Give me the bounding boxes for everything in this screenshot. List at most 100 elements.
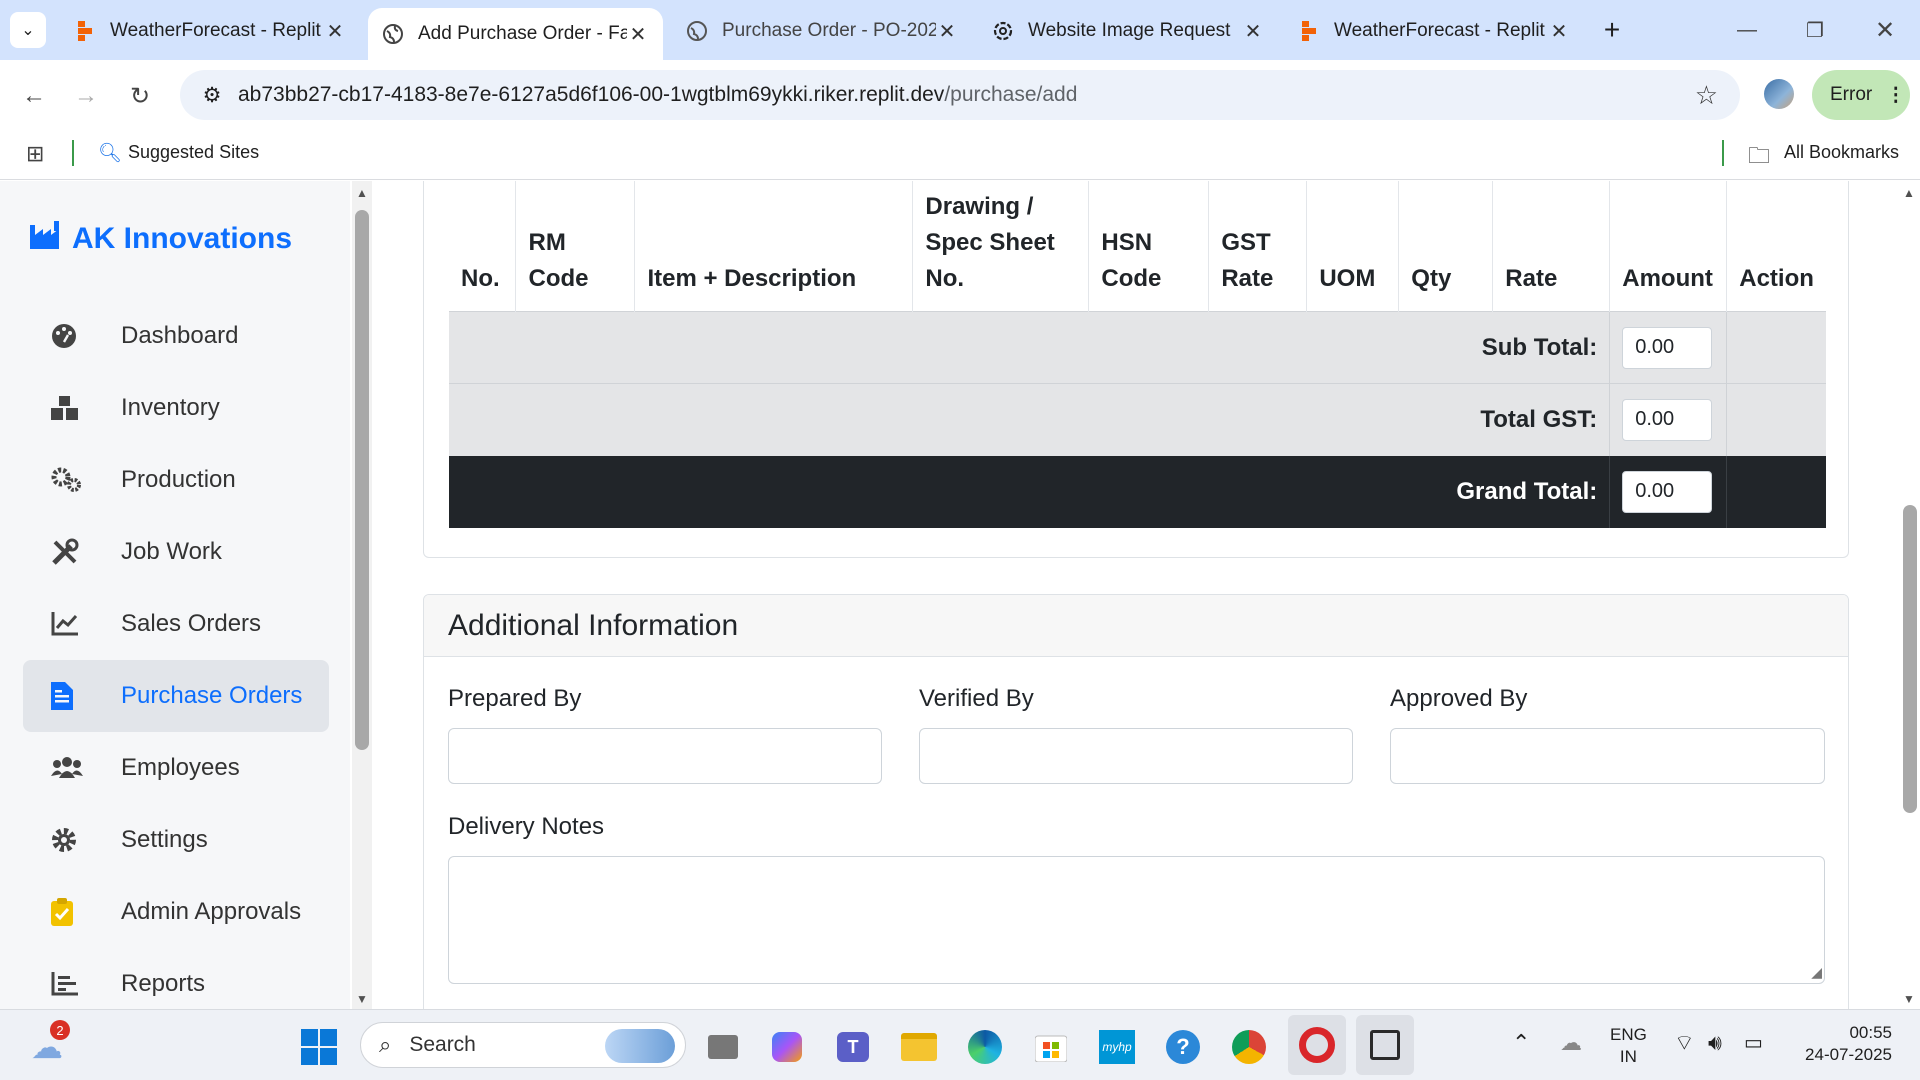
scroll-down-icon[interactable]: ▼	[356, 992, 368, 1006]
copilot-button[interactable]	[764, 1024, 810, 1070]
new-tab-button[interactable]: +	[1594, 12, 1630, 48]
snipping-tool-button[interactable]	[1356, 1015, 1414, 1075]
myhp-button[interactable]: myhp	[1094, 1024, 1140, 1070]
sidebar-item-label: Sales Orders	[121, 610, 262, 637]
line-chart-icon	[51, 612, 91, 636]
close-icon[interactable]: ✕	[936, 19, 958, 44]
task-view-button[interactable]	[700, 1024, 746, 1070]
address-bar[interactable]: ⚙ ab73bb27-cb17-4183-8e7e-6127a5d6f106-0…	[180, 70, 1740, 120]
start-button[interactable]	[296, 1024, 342, 1070]
sidebar-item-employees[interactable]: Employees	[23, 732, 329, 804]
tab-search-button[interactable]: ⌄	[10, 12, 46, 48]
teams-button[interactable]: T	[830, 1024, 876, 1070]
tab-weatherforecast-1[interactable]: WeatherForecast - Replit ✕	[60, 8, 360, 54]
search-icon: 🔍︎	[98, 143, 123, 164]
get-help-button[interactable]: ?	[1160, 1024, 1206, 1070]
folder-icon: 🗀	[1748, 143, 1771, 168]
forward-button[interactable]: →	[66, 76, 106, 116]
approved-by-input[interactable]	[1390, 728, 1825, 784]
brand[interactable]: AK Innovations	[30, 221, 292, 257]
onedrive-cloud-icon[interactable]: ☁	[1560, 1032, 1582, 1054]
close-icon[interactable]: ✕	[1242, 19, 1264, 44]
site-settings-icon[interactable]: ⚙	[192, 83, 232, 108]
total-gst-field[interactable]: 0.00	[1622, 398, 1713, 441]
bookmark-star-icon[interactable]: ☆	[1695, 80, 1718, 111]
close-icon[interactable]: ✕	[1548, 19, 1570, 44]
sidebar-item-dashboard[interactable]: Dashboard	[23, 300, 329, 372]
table-header-row: No. RM Code Item + Description Drawing /…	[449, 181, 1826, 312]
sidebar-item-job-work[interactable]: Job Work	[23, 516, 329, 588]
tab-add-purchase-order[interactable]: Add Purchase Order - Fac ✕	[368, 8, 663, 60]
col-header-item-description: Item + Description	[634, 181, 914, 312]
sidebar-item-purchase-orders[interactable]: Purchase Orders	[23, 660, 329, 732]
language-indicator[interactable]: ENG IN	[1610, 1024, 1647, 1068]
tab-weatherforecast-2[interactable]: WeatherForecast - Replit ✕	[1284, 8, 1584, 54]
profile-avatar[interactable]	[1764, 79, 1794, 109]
error-menu-button[interactable]: Error ⋮	[1812, 70, 1910, 120]
tab-purchase-order-po[interactable]: Purchase Order - PO-202 ✕	[672, 8, 972, 54]
restore-icon: ❐	[1806, 19, 1824, 42]
scroll-up-icon[interactable]: ▲	[1903, 186, 1915, 200]
sidebar-item-sales-orders[interactable]: Sales Orders	[23, 588, 329, 660]
chrome-button[interactable]	[1226, 1024, 1272, 1070]
sidebar-scrollbar-thumb[interactable]	[355, 210, 369, 750]
browser-tab-strip: ⌄ WeatherForecast - Replit ✕ Add Purchas…	[0, 0, 1920, 60]
industry-icon	[30, 221, 62, 257]
close-icon[interactable]: ✕	[324, 19, 346, 44]
minimize-button[interactable]: —	[1722, 10, 1772, 50]
store-button[interactable]	[1028, 1024, 1074, 1070]
reload-icon: ↻	[129, 82, 151, 110]
grand-total-row: Grand Total: 0.00	[449, 455, 1826, 528]
sidebar-item-label: Inventory	[121, 394, 220, 421]
volume-icon[interactable]: 🔊︎	[1708, 1032, 1722, 1054]
battery-icon[interactable]: ▭	[1744, 1032, 1763, 1054]
additional-info-title: Additional Information	[424, 595, 1848, 657]
apps-grid-icon[interactable]: ⊞	[26, 141, 44, 167]
sidebar-item-production[interactable]: Production	[23, 444, 329, 516]
replit-icon	[1298, 20, 1320, 42]
col-header-no: No.	[449, 181, 517, 312]
weather-widget[interactable]: ☁ 2	[24, 1020, 70, 1070]
prepared-by-input[interactable]	[448, 728, 882, 784]
brand-name: AK Innovations	[72, 222, 293, 255]
windows-taskbar: ☁ 2 ⌕ Search T myhp ? ⌃ ☁ ENG IN ⌔ 🔊︎ ▭ …	[0, 1009, 1920, 1080]
verified-by-input[interactable]	[919, 728, 1353, 784]
sidebar-item-admin-approvals[interactable]: Admin Approvals	[23, 876, 329, 948]
resize-handle-icon[interactable]: ◢	[1811, 964, 1822, 981]
close-icon: ✕	[1874, 16, 1896, 44]
chrome-icon	[1232, 1030, 1266, 1064]
error-label: Error	[1830, 84, 1873, 105]
sub-total-field[interactable]: 0.00	[1622, 326, 1713, 369]
main-scrollbar-thumb[interactable]	[1903, 505, 1917, 813]
total-gst-label: Total GST:	[449, 383, 1610, 456]
store-icon	[1035, 1035, 1067, 1062]
close-icon[interactable]: ✕	[627, 22, 649, 47]
tab-title: Purchase Order - PO-202	[722, 20, 936, 41]
edge-button[interactable]	[962, 1024, 1008, 1070]
tools-icon	[51, 538, 91, 566]
tab-title: WeatherForecast - Replit	[110, 20, 321, 41]
scroll-down-icon[interactable]: ▼	[1903, 992, 1915, 1006]
opera-button[interactable]	[1288, 1015, 1346, 1075]
col-header-rm-code: RM Code	[515, 181, 636, 312]
grand-total-field[interactable]: 0.00	[1622, 470, 1713, 513]
clock[interactable]: 00:55 24-07-2025	[1784, 1022, 1892, 1066]
file-explorer-button[interactable]	[896, 1024, 942, 1070]
tab-website-image-request[interactable]: Website Image Request ✕	[978, 8, 1278, 54]
show-hidden-icons-chevron-up-icon[interactable]: ⌃	[1512, 1032, 1530, 1054]
suggested-sites-link[interactable]: Suggested Sites	[128, 142, 259, 163]
delivery-notes-textarea[interactable]: ◢	[448, 856, 1825, 984]
boxes-icon	[51, 396, 91, 420]
reload-button[interactable]: ↻	[120, 76, 160, 116]
back-button[interactable]: ←	[14, 76, 54, 116]
restore-button[interactable]: ❐	[1790, 10, 1840, 50]
close-window-button[interactable]: ✕	[1860, 10, 1910, 50]
taskbar-search[interactable]: ⌕ Search	[360, 1022, 686, 1068]
all-bookmarks-link[interactable]: All Bookmarks	[1784, 142, 1899, 163]
sidebar-item-settings[interactable]: Settings	[23, 804, 329, 876]
sub-total-row: Sub Total: 0.00	[449, 311, 1826, 384]
col-header-rate: Rate	[1492, 181, 1611, 312]
wifi-icon[interactable]: ⌔	[1674, 1032, 1695, 1054]
sidebar-item-inventory[interactable]: Inventory	[23, 372, 329, 444]
scroll-up-icon[interactable]: ▲	[356, 186, 368, 200]
